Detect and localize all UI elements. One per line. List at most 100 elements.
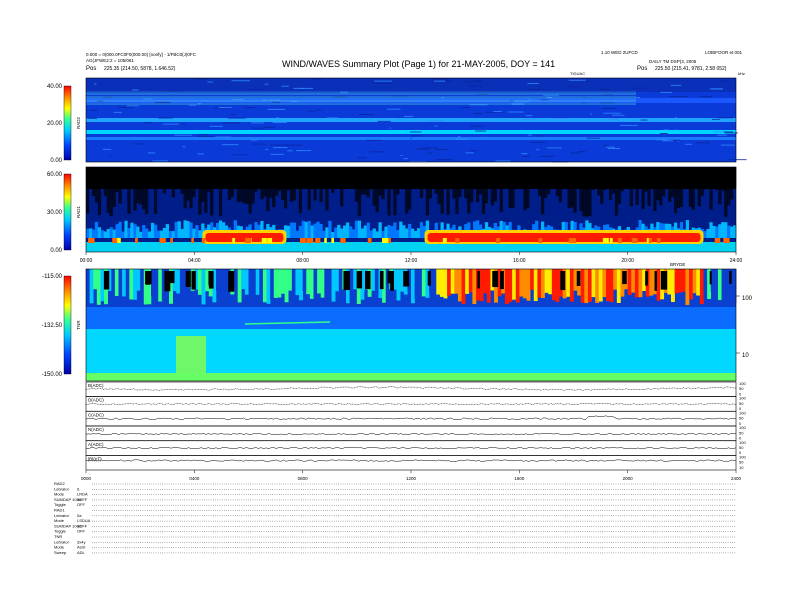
tnr-column [454, 269, 459, 294]
rad1-column-dark [340, 167, 344, 207]
rad1-column-low [724, 222, 728, 238]
rad2-texture [357, 157, 367, 159]
rad1-column-dark [145, 167, 149, 215]
rad1-column-dark [216, 167, 220, 179]
rad1-column-dark [727, 167, 731, 206]
rad1-column-dark [103, 167, 107, 196]
rad1-column-low [121, 231, 125, 238]
rad1-speck [442, 238, 447, 243]
rad1-column-low [390, 226, 394, 238]
rad1-column-dark [168, 167, 172, 185]
rad2-texture [126, 105, 139, 107]
rad2-texture [540, 155, 555, 157]
rad1-column-dark [484, 167, 489, 204]
line-panel-frame [85, 455, 737, 471]
rad1-column-dark [242, 167, 246, 204]
rad2-texture [369, 151, 386, 153]
rad2-texture [536, 149, 540, 151]
tnr-gap [729, 271, 732, 284]
rad1-speck [315, 238, 321, 243]
rad1-column-dark [594, 167, 598, 182]
tnr-column [284, 269, 289, 303]
tnr-column [418, 269, 423, 301]
footer-parameters: RAD2Lebrator 0.Mode LRDASUMDAP 10Hz1OFFTog… [54, 481, 736, 555]
line-panel-right-tick: 10 [739, 465, 744, 470]
rad1-column-dark [124, 167, 128, 190]
rad1-ylabel: RAD1 [76, 206, 81, 219]
tnr-column [125, 269, 130, 297]
tnr-column [216, 269, 220, 291]
rad2-texture [527, 83, 539, 85]
rad1-speck [609, 238, 613, 243]
rad1-column-dark [632, 167, 636, 180]
rad2-texture [527, 112, 529, 114]
rad1-column-low [396, 229, 400, 238]
rad1-column-dark [529, 167, 533, 183]
rad1-column-dark [245, 167, 249, 204]
rad2-texture [445, 80, 453, 82]
rad2-texture [493, 111, 502, 113]
rad1-column-dark [139, 167, 143, 205]
tnr-colorbar [63, 275, 72, 375]
rad1-column-dark [360, 167, 365, 195]
rad2-texture [599, 89, 611, 91]
rad2-texture [404, 115, 414, 117]
rad1-column-dark [313, 167, 317, 201]
rad1-column-dark [319, 167, 323, 203]
rad1-speck [232, 238, 236, 243]
rad2-texture [567, 86, 580, 88]
rad1-column-low [399, 221, 403, 238]
tnr-column [411, 269, 415, 304]
tnr-column [447, 269, 452, 296]
rad2-texture [660, 133, 668, 135]
header-pos-label-left: Pos [86, 66, 96, 72]
rad1-column-dark [523, 167, 527, 211]
footer-param-value: LRDA [77, 492, 88, 497]
rad1-column-dark [316, 167, 320, 185]
line-xtick-label: 2400 [731, 476, 742, 481]
rad2-texture [326, 117, 339, 119]
rad1-column-dark [694, 167, 698, 180]
rad2-colorbar-tick: 20.00 [47, 121, 63, 127]
rad1-column-low [88, 228, 93, 238]
rad2-texture [586, 80, 590, 82]
rad1-column-dark [481, 167, 486, 215]
rad1-column-dark [405, 167, 409, 214]
tnr-column [667, 269, 672, 295]
rad1-column-dark [156, 167, 161, 178]
footer-param-value: 1OFF [77, 497, 88, 502]
rad1-column-low [331, 231, 335, 238]
rad2-texture [632, 87, 650, 89]
rad1-column-low [130, 222, 134, 238]
tnr-column [450, 269, 455, 294]
tnr-column [678, 269, 683, 293]
rad1-column-low [351, 229, 356, 238]
rad1-speck [602, 238, 609, 243]
rad1-column-dark [535, 167, 539, 180]
rad1-column-dark [416, 167, 421, 183]
rad2-texture [158, 117, 173, 119]
rad1-column-low [127, 228, 131, 238]
tnr-column [522, 269, 527, 299]
tnr-column [320, 269, 325, 298]
rad1-column-dark [186, 167, 190, 201]
rad2-colorbar-tick: 0.00 [50, 158, 62, 164]
rad1-column-dark [322, 167, 326, 182]
rad1-column-dark [659, 167, 663, 206]
rad1-panel: 60.00 30.00 0.00 RAD1 00:00 04:00 08:00 12:00 16… [47, 166, 742, 264]
rad1-speck [455, 238, 460, 243]
rad1-column-low [118, 221, 122, 238]
tnr-column [584, 269, 589, 304]
rad1-column-dark [662, 167, 666, 197]
rad2-colorbar [63, 85, 72, 161]
tnr-column [541, 269, 545, 298]
rad2-texture [215, 136, 232, 138]
tnr-gap [500, 271, 504, 290]
footer-param-name: Toggle [54, 529, 67, 534]
tnr-column [353, 269, 358, 290]
rad1-column-low [106, 228, 110, 238]
rad1-column-dark [372, 167, 376, 206]
rad1-column-dark [650, 167, 654, 179]
rad1-speck [88, 238, 95, 243]
rad1-column-dark [334, 167, 338, 181]
